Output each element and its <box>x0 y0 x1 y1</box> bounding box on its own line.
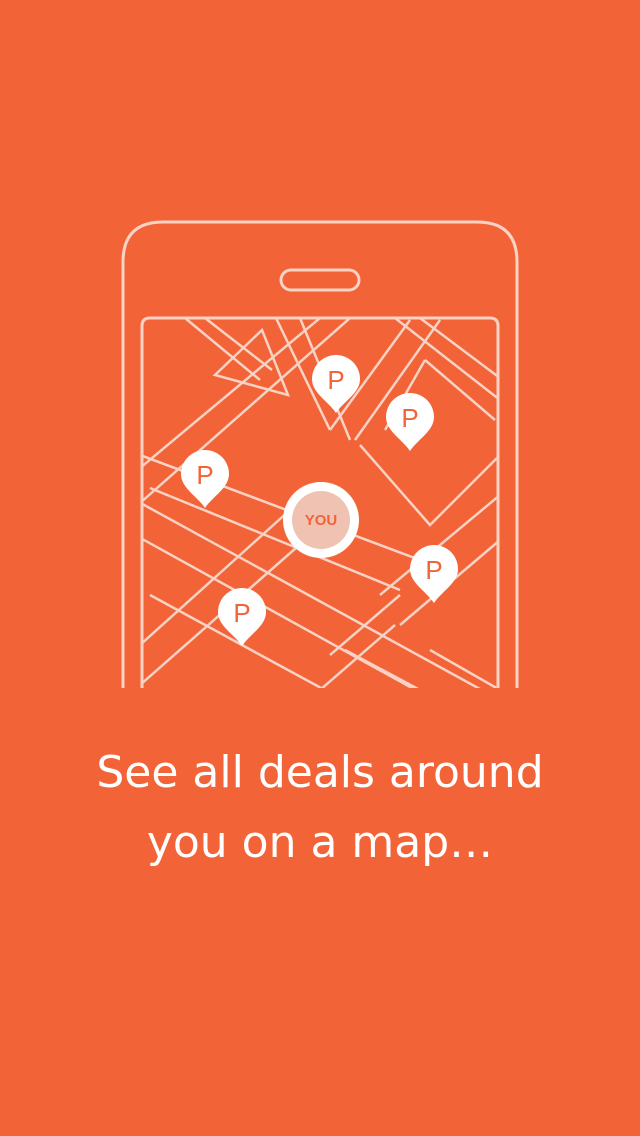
onboarding-caption: See all deals around you on a map… <box>0 738 640 878</box>
phone-outline <box>121 220 519 688</box>
onboarding-screen: P P P P P YOU See all deals around you o… <box>0 0 640 1136</box>
phone-speaker <box>279 268 361 292</box>
pin-label: P <box>425 555 442 585</box>
parking-pin-2[interactable]: P <box>386 393 434 451</box>
phone-map-illustration: P P P P P YOU <box>121 220 519 688</box>
caption-line-2: you on a map… <box>146 817 494 868</box>
user-location-label: YOU <box>305 512 338 529</box>
parking-pin-3[interactable]: P <box>181 450 229 508</box>
parking-pin-5[interactable]: P <box>218 588 266 646</box>
pin-label: P <box>233 598 250 628</box>
caption-line-1: See all deals around <box>96 747 544 798</box>
pin-label: P <box>196 460 213 490</box>
user-location-marker[interactable]: YOU <box>283 482 359 558</box>
pin-label: P <box>401 403 418 433</box>
pin-label: P <box>327 365 344 395</box>
parking-pin-1[interactable]: P <box>312 355 360 413</box>
parking-pin-4[interactable]: P <box>410 545 458 603</box>
